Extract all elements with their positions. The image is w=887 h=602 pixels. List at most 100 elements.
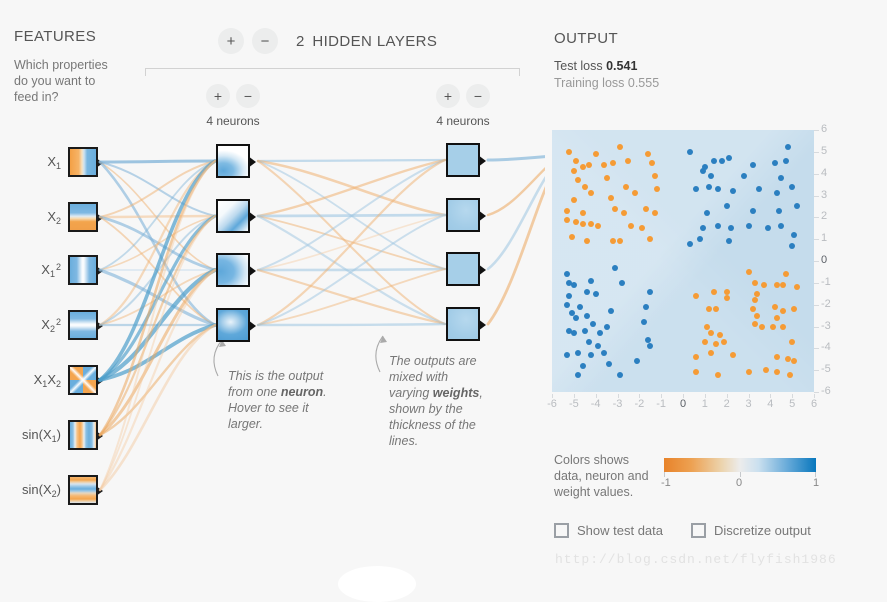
x-tick-label: -4 (590, 398, 601, 410)
data-point (754, 290, 761, 297)
data-point (771, 159, 778, 166)
data-point (592, 151, 599, 158)
data-point (760, 282, 767, 289)
data-point (752, 279, 759, 286)
show-test-data-checkbox[interactable]: Show test data (554, 523, 663, 538)
y-tick-mark (814, 370, 819, 372)
y-tick-mark (814, 304, 819, 306)
test-loss: Test loss 0.541 (554, 59, 659, 73)
y-tick-label: 2 (821, 210, 828, 223)
output-heatmap[interactable] (552, 130, 814, 392)
y-tick-mark (814, 130, 819, 131)
data-point (645, 336, 652, 343)
data-point (745, 369, 752, 376)
legend-description: Colors shows data, neuron and weight val… (554, 453, 649, 499)
data-point (647, 288, 654, 295)
data-point (786, 371, 793, 378)
bottom-control-blob[interactable] (338, 566, 416, 602)
data-point (612, 264, 619, 271)
data-point (769, 323, 776, 330)
hidden-neuron-1-3[interactable] (216, 253, 256, 287)
remove-layer-button[interactable]: − (252, 28, 278, 54)
add-neuron-layer-1-button[interactable]: + (206, 84, 230, 108)
data-point (714, 185, 721, 192)
data-point (712, 340, 719, 347)
data-point (754, 312, 761, 319)
x-tick-label: -6 (547, 398, 557, 410)
output-panel: OUTPUT Test loss 0.541 Training loss 0.5… (554, 30, 659, 90)
layer-1-controls: + − 4 neurons (204, 84, 262, 128)
data-point (793, 203, 800, 210)
remove-neuron-layer-1-button[interactable]: − (236, 84, 260, 108)
y-tick-label: 3 (821, 188, 828, 201)
hidden-neuron-2-4[interactable] (446, 307, 486, 341)
hidden-neuron-2-3[interactable] (446, 252, 486, 286)
data-point (782, 271, 789, 278)
data-point (789, 242, 796, 249)
y-tick-mark (814, 326, 819, 328)
data-point (570, 330, 577, 337)
layer-1-neuron-count: 4 neurons (206, 114, 260, 128)
data-point (651, 172, 658, 179)
add-layer-button[interactable]: + (218, 28, 244, 54)
data-point (607, 194, 614, 201)
y-tick-mark (814, 195, 819, 197)
data-point (605, 360, 612, 367)
x-tick-label: 2 (723, 398, 730, 410)
training-loss-label: Training loss (554, 76, 628, 90)
data-point (776, 207, 783, 214)
data-point (581, 183, 588, 190)
data-point (573, 157, 580, 164)
y-tick-mark (814, 392, 819, 393)
data-point (773, 282, 780, 289)
layer-2-controls: + − 4 neurons (434, 84, 492, 128)
data-point (773, 314, 780, 321)
data-point (758, 323, 765, 330)
data-point (594, 223, 601, 230)
checkbox-box[interactable] (691, 523, 706, 538)
y-tick-label: -5 (821, 363, 831, 376)
remove-neuron-layer-2-button[interactable]: − (466, 84, 490, 108)
data-point (610, 159, 617, 166)
x-axis: -6 -5 -4 -3 -2 -1 0 1 2 3 4 5 6 (547, 394, 817, 412)
data-point (581, 327, 588, 334)
y-tick-label: -4 (821, 341, 831, 354)
data-point (586, 161, 593, 168)
data-point (653, 185, 660, 192)
hidden-layers-header: + − 2 HIDDEN LAYERS (218, 28, 437, 54)
x-tick-label: -2 (634, 398, 645, 410)
discretize-output-checkbox[interactable]: Discretize output (691, 523, 811, 538)
hidden-layer-count: 2 (296, 32, 305, 50)
y-axis: 6 5 4 3 2 1 0 -1 -2 -3 -4 -5 -6 (814, 123, 836, 397)
data-point (712, 306, 719, 313)
hidden-neuron-2-2[interactable] (446, 198, 486, 232)
data-point (570, 196, 577, 203)
hidden-neuron-1-2[interactable] (216, 199, 256, 233)
x-tick-label: 6 (810, 398, 818, 410)
data-point (588, 277, 595, 284)
hidden-neuron-1-4[interactable] (216, 308, 256, 342)
hidden-neuron-2-1[interactable] (446, 143, 486, 177)
add-neuron-layer-2-button[interactable]: + (436, 84, 460, 108)
y-tick-label: -6 (821, 385, 831, 397)
y-tick-mark (814, 348, 819, 350)
data-point (575, 371, 582, 378)
hidden-layers-bracket (145, 68, 520, 76)
y-tick-label: 6 (821, 123, 828, 135)
data-point (793, 284, 800, 291)
show-test-data-label: Show test data (577, 523, 663, 538)
checkbox-box[interactable] (554, 523, 569, 538)
hidden-neuron-1-1[interactable] (216, 144, 256, 178)
data-point (575, 349, 582, 356)
data-point (592, 290, 599, 297)
y-tick-label: -3 (821, 319, 831, 332)
data-point (627, 223, 634, 230)
data-point (618, 279, 625, 286)
data-point (603, 323, 610, 330)
annotation-weights: The outputs are mixed with varying weigh… (389, 353, 491, 449)
x-tick-label: 3 (745, 398, 752, 410)
data-point (704, 323, 711, 330)
data-point (625, 157, 632, 164)
data-point (579, 164, 586, 171)
test-loss-value: 0.541 (606, 59, 638, 73)
